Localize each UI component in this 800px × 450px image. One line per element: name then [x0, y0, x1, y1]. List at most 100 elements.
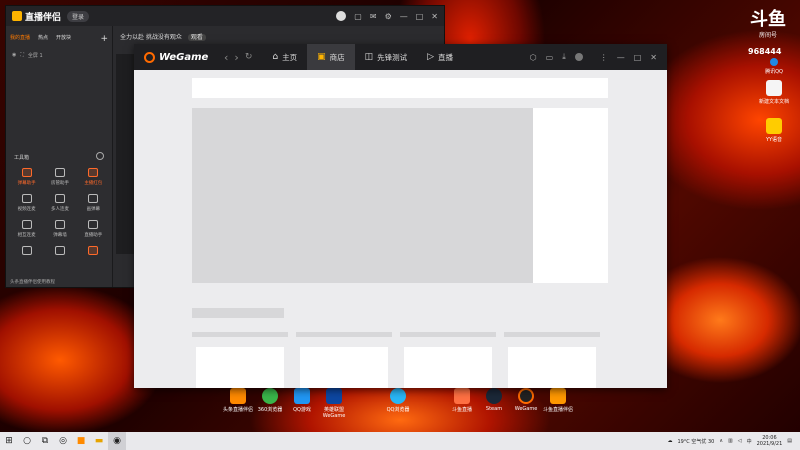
desktop-icon-360[interactable]: 360浏览器 [252, 388, 288, 413]
desktop-icon-qq[interactable]: 腾讯QQ [746, 58, 800, 75]
wegame-logo: WeGame [144, 51, 224, 63]
live-footer-link[interactable]: 头条直播伴侣使用教程 [10, 279, 55, 285]
clock[interactable]: 20:06 2021/9/21 [757, 435, 783, 447]
tool-item-10[interactable] [10, 246, 43, 258]
steam-icon [486, 388, 502, 404]
live-tabs: 我的直播 热点 开放块 + [6, 26, 112, 48]
douyu-logo-text: 斗鱼 [750, 9, 786, 30]
lock-icon[interactable]: ⛶ [20, 52, 24, 59]
tool-danmu-wall[interactable]: 弹幕墙 [43, 220, 76, 238]
room-label: 房间号 [758, 32, 777, 39]
game-library-icon[interactable]: ⬡ [530, 53, 537, 62]
live-window-controls: ▢ ✉ ⚙ — □ ✕ [336, 11, 438, 21]
weather-icon[interactable]: ☁ [667, 438, 672, 444]
card-placeholder-2 [300, 347, 388, 388]
message-icon[interactable]: ✉ [370, 12, 377, 21]
tools-more-icon[interactable] [96, 152, 104, 160]
tab-store[interactable]: ▣ 商店 [307, 44, 355, 70]
settings-icon[interactable]: ⚙ [385, 12, 392, 21]
desktop-icon-steam[interactable]: Steam [476, 388, 512, 412]
yy-icon [766, 118, 782, 134]
back-icon[interactable]: ‹ [224, 51, 228, 64]
danmu-icon [21, 168, 32, 177]
desktop-icon-qqbrowser[interactable]: QQ浏览器 [380, 388, 416, 413]
douyu-logo: 斗鱼 房间号 [748, 9, 788, 40]
desktop-icon-lol[interactable]: 英雄联盟WeGame [316, 388, 352, 419]
desktop-icon-wegame[interactable]: WeGame [508, 388, 544, 412]
menu-icon[interactable]: ⋮ [600, 53, 608, 62]
video-link-icon [21, 194, 32, 203]
close-icon[interactable]: ✕ [431, 12, 438, 21]
stream-tag[interactable]: 观看 [187, 34, 206, 41]
desktop-icon-douyu-companion[interactable]: 斗鱼直播伴侣 [540, 388, 576, 413]
qqgame-icon [294, 388, 310, 404]
network-icon[interactable]: ▥ [728, 438, 733, 444]
maximize-icon[interactable]: □ [416, 12, 424, 21]
card-header-placeholder-2 [296, 332, 392, 337]
tool-multi-link[interactable]: 多人连麦 [43, 194, 76, 212]
desktop-icon-textfile[interactable]: 新建文本文档 [746, 80, 800, 105]
tool-draw-danmu[interactable]: 画弹幕 [77, 194, 110, 212]
notification-icon[interactable]: ▤ [787, 438, 792, 444]
wegame-window: WeGame ‹ › ↻ ⌂ 主页 ▣ 商店 ◫ 先锋测试 ▷ 直播 ⬡ ▭ ⤓… [134, 44, 667, 388]
file-explorer-icon[interactable]: ▬ [90, 432, 108, 450]
windows-start-icon[interactable]: ⊞ [0, 432, 18, 450]
task-view-icon[interactable]: ⧉ [36, 432, 54, 450]
scene-item[interactable]: ◉ ⛶ 全屏 1 [6, 48, 112, 63]
tool-danmu[interactable]: 弹幕助手 [10, 168, 43, 186]
browser-360-icon [262, 388, 278, 404]
tool-item-12[interactable] [77, 246, 110, 258]
maximize-icon[interactable]: □ [634, 53, 642, 62]
tool-mutual-link[interactable]: 相互连麦 [10, 220, 43, 238]
desktop-icon-toutiao[interactable]: 头条直播伴侣 [220, 388, 256, 413]
folder-icon[interactable]: ▭ [546, 53, 554, 62]
tab-hot[interactable]: 热点 [38, 34, 48, 44]
stream-title[interactable]: 全力以赴 挑战没有观众 [120, 34, 182, 41]
skin-icon[interactable]: ▢ [354, 12, 362, 21]
desktop-icon-yy[interactable]: YY语音 [746, 118, 800, 143]
tool-item-11[interactable] [43, 246, 76, 258]
desktop-icon-qqgame[interactable]: QQ游戏 [284, 388, 320, 413]
qqbrowser-icon [390, 388, 406, 404]
minimize-icon[interactable]: — [400, 12, 408, 21]
browser-taskbar-icon[interactable]: ◎ [54, 432, 72, 450]
banner-placeholder [192, 108, 533, 283]
tab-pioneer-test[interactable]: ◫ 先锋测试 [355, 44, 418, 70]
tool-red-packet[interactable]: 主播红包 [77, 168, 110, 186]
tray-expand-icon[interactable]: ∧ [719, 438, 723, 444]
tab-live[interactable]: ▷ 直播 [417, 44, 463, 70]
minimize-icon[interactable]: — [617, 53, 625, 62]
tool-room-admin[interactable]: 房管助手 [43, 168, 76, 186]
search-bar-placeholder [192, 78, 608, 98]
tools-grid: 弹幕助手 房管助手 主播红包 视频连麦 多人连麦 画弹幕 相互连麦 弹幕墙 直播… [10, 168, 110, 258]
card-header-placeholder-1 [192, 332, 288, 337]
tab-open[interactable]: 开放块 [56, 34, 71, 44]
search-icon[interactable]: ○ [18, 432, 36, 450]
desktop-bottom-icons: 头条直播伴侣 360浏览器 QQ游戏 英雄联盟WeGame QQ浏览器 斗鱼直播… [220, 388, 580, 428]
tab-home[interactable]: ⌂ 主页 [262, 44, 307, 70]
wegame-toolbar-right: ⬡ ▭ ⤓ ⋮ — □ ✕ [530, 52, 667, 62]
shop-bag-icon: ▣ [317, 52, 326, 62]
forward-icon[interactable]: › [234, 51, 238, 64]
live-app-title: 直播伴侣 [25, 12, 62, 23]
desktop-icon-douyu[interactable]: 斗鱼直播 [444, 388, 480, 413]
ime-icon[interactable]: 中 [747, 438, 752, 445]
eye-icon[interactable]: ◉ [12, 52, 16, 59]
link-icon [21, 220, 32, 229]
tool-live-assistant[interactable]: 直播助手 [77, 220, 110, 238]
login-button[interactable]: 登录 [67, 10, 90, 22]
avatar[interactable] [336, 11, 347, 21]
test-icon: ◫ [364, 52, 374, 62]
wegame-taskbar-icon[interactable]: ◉ [108, 432, 126, 450]
download-icon[interactable]: ⤓ [562, 52, 566, 62]
avatar[interactable] [574, 53, 583, 61]
tab-my-live[interactable]: 我的直播 [10, 34, 30, 44]
close-icon[interactable]: ✕ [650, 53, 657, 62]
weather-text[interactable]: 19°C 空气优 30 [677, 438, 714, 445]
volume-icon[interactable]: ◁ [738, 438, 742, 444]
toutiao-icon [230, 388, 246, 404]
add-scene-icon[interactable]: + [100, 34, 108, 44]
tool-video-link[interactable]: 视频连麦 [10, 194, 43, 212]
live-companion-taskbar-icon[interactable]: ■ [72, 432, 90, 450]
refresh-icon[interactable]: ↻ [245, 52, 253, 62]
